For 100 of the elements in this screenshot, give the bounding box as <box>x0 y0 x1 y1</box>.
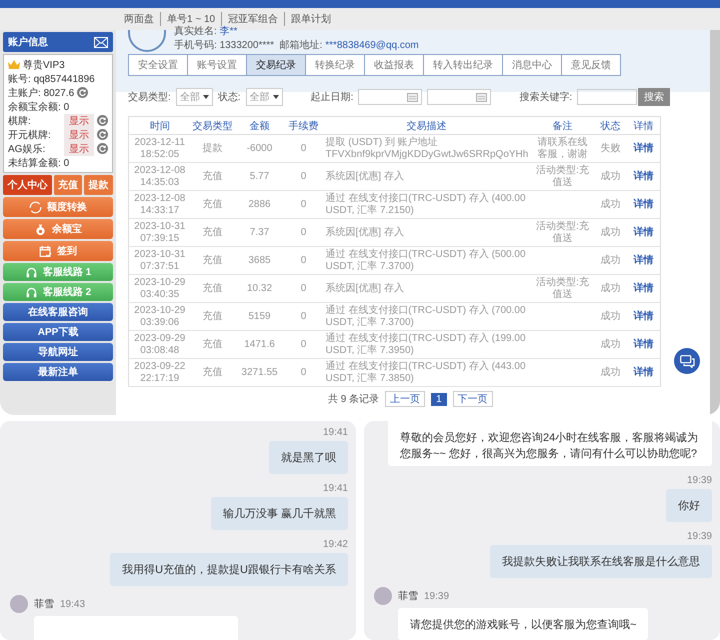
detail-link[interactable]: 详情 <box>633 170 654 182</box>
start-date-field[interactable] <box>358 89 422 105</box>
table-cell: 系统因[优惠] 存入 <box>322 218 530 246</box>
menu-button[interactable]: 余额宝 <box>3 219 113 239</box>
refresh-icon[interactable] <box>77 87 88 98</box>
table-cell: 充值 <box>190 162 234 190</box>
column-header: 状态 <box>594 116 626 134</box>
table-cell: 0 <box>284 330 322 358</box>
caret-icon <box>202 95 209 99</box>
filter-label: 状态: <box>218 90 241 104</box>
sent-message: 我提款失败让我联系在线客服是什么意思 <box>490 545 712 578</box>
detail-link[interactable]: 详情 <box>633 254 654 266</box>
panel-title: 账户信息 <box>8 35 48 49</box>
table-cell: 3271.55 <box>234 358 284 386</box>
received-message: 请您提供您的游戏账号，以便客服为您查询哦~ <box>398 608 648 640</box>
menu-button[interactable]: 额度转换 <box>3 197 113 217</box>
keyword-field[interactable] <box>577 89 638 105</box>
vip-level: 尊贵VIP3 <box>23 58 65 72</box>
show-button[interactable]: 显示 <box>64 114 94 128</box>
next-page-button[interactable]: 下一页 <box>452 391 493 407</box>
column-header: 手续费 <box>284 116 322 134</box>
show-button[interactable]: 显示 <box>64 142 94 156</box>
table-cell: 0 <box>284 246 322 274</box>
tab[interactable]: 交易纪录 <box>247 55 306 75</box>
menu-button[interactable]: 在线客服咨询 <box>3 303 113 321</box>
table-cell: 失败 <box>594 134 626 162</box>
table-cell: 2023-09-22 22:17:19 <box>128 358 190 386</box>
show-button[interactable]: 显示 <box>64 128 94 142</box>
menu-button[interactable]: APP下载 <box>3 323 113 341</box>
table-cell: 活动类型:充值送 <box>530 274 594 302</box>
nav-link[interactable]: 冠亚军组合 <box>221 12 284 26</box>
detail-link[interactable]: 详情 <box>633 142 654 154</box>
detail-link[interactable]: 详情 <box>633 226 654 238</box>
table-cell: 通过 在线支付接口(TRC-USDT) 存入 (500.00 USDT, 汇率 7.3700) <box>322 246 530 274</box>
detail-link[interactable]: 详情 <box>633 310 654 322</box>
account-field: 未结算金额: 0 <box>8 156 70 170</box>
table-cell: 成功 <box>594 162 626 190</box>
table-cell: 充值 <box>190 274 234 302</box>
column-header: 备注 <box>530 116 594 134</box>
detail-link[interactable]: 详情 <box>633 198 654 210</box>
filter-label: 起止日期: <box>310 90 354 104</box>
detail-link[interactable]: 详情 <box>633 338 654 350</box>
message-time: 19:42 <box>322 539 348 550</box>
table-cell: 提款 <box>190 134 234 162</box>
quick-tab[interactable]: 个人中心 <box>3 175 52 195</box>
message-time: 19:39 <box>424 590 450 602</box>
menu-button[interactable]: 最新注单 <box>3 363 113 381</box>
type-dropdown[interactable]: 全部 <box>176 88 213 106</box>
quick-tab[interactable]: 充值 <box>54 175 82 195</box>
table-cell: 0 <box>284 302 322 330</box>
table-cell: 成功 <box>594 302 626 330</box>
calendar-icon[interactable] <box>407 92 418 102</box>
nav-link[interactable]: 单号1 ~ 10 <box>160 12 222 26</box>
table-cell: 成功 <box>594 358 626 386</box>
menu-button[interactable]: 导航网址 <box>3 343 113 361</box>
table-cell: 2023-10-29 03:40:35 <box>128 274 190 302</box>
table-cell: 活动类型:充值送 <box>530 162 594 190</box>
calendar-check-icon <box>39 244 52 258</box>
table-cell: 充值 <box>190 358 234 386</box>
table-cell: 通过 在线支付接口(TRC-USDT) 存入 (199.00 USDT, 汇率 7.3950) <box>322 330 530 358</box>
message-time: 19:43 <box>60 598 86 610</box>
table-cell: 通过 在线支付接口(TRC-USDT) 存入 (400.00 USDT, 汇率 7.2150) <box>322 190 530 218</box>
profile-avatar <box>128 30 166 52</box>
chat-icon <box>680 354 694 368</box>
end-date-field[interactable] <box>427 89 492 105</box>
column-header: 金额 <box>234 116 284 134</box>
menu-button[interactable]: 签到 <box>3 241 113 261</box>
message-time: 19:39 <box>686 531 712 542</box>
table-cell: 0 <box>284 134 322 162</box>
nav-link[interactable]: 两面盘 <box>118 12 160 26</box>
table-cell: 提取 (USDT) 到 账户地址 TFVXbnf9kprVMjgKDDyGwtJw6SRRpQoYHh <box>322 134 530 162</box>
table-cell: 7.37 <box>234 218 284 246</box>
chat-button[interactable] <box>674 348 700 374</box>
refresh-icon[interactable] <box>97 115 108 126</box>
calendar-icon[interactable] <box>476 92 488 102</box>
avatar <box>10 595 28 613</box>
search-button[interactable]: 搜索 <box>638 88 670 106</box>
table-cell: 充值 <box>190 302 234 330</box>
nav-link[interactable]: 跟单计划 <box>284 12 338 26</box>
table-cell: 请联系在线客服，谢谢 <box>530 134 594 162</box>
table-cell: 0 <box>284 218 322 246</box>
detail-link[interactable]: 详情 <box>633 282 654 294</box>
table-cell: 2023-12-08 14:33:17 <box>128 190 190 218</box>
sender-name: 菲雪 <box>398 590 418 603</box>
status-dropdown[interactable]: 全部 <box>246 88 283 106</box>
table-cell: 3685 <box>234 246 284 274</box>
detail-link[interactable]: 详情 <box>633 366 654 378</box>
refresh-icon[interactable] <box>97 129 108 140</box>
sent-message: 你好 <box>666 489 712 522</box>
refresh-icon[interactable] <box>97 143 108 154</box>
mail-icon[interactable] <box>94 36 108 48</box>
message-time: 19:41 <box>322 427 348 438</box>
quick-tab[interactable]: 提款 <box>84 175 114 195</box>
prev-page-button[interactable]: 上一页 <box>385 391 426 407</box>
scrollbar[interactable] <box>710 30 720 415</box>
sent-message: 我用得U充值的，提款提U跟银行卡有啥关系 <box>110 553 348 586</box>
table-cell: 2023-12-08 14:35:03 <box>128 162 190 190</box>
page-button[interactable]: 1 <box>431 392 447 406</box>
table-cell: 充值 <box>190 246 234 274</box>
table-cell: 充值 <box>190 330 234 358</box>
